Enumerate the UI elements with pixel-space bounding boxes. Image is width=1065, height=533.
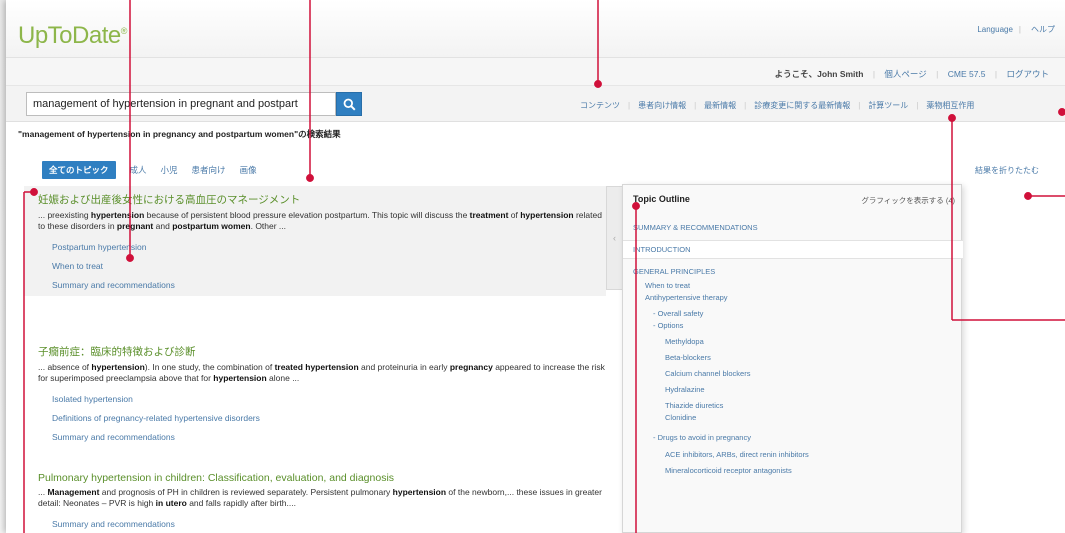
outline-section-general-principles[interactable]: GENERAL PRINCIPLES (623, 263, 963, 280)
result-title[interactable]: Pulmonary hypertension in children: Clas… (38, 472, 606, 484)
filter-adult[interactable]: 成人 (130, 164, 147, 176)
filter-graphics[interactable]: 画像 (240, 164, 257, 176)
header: UpToDate® Language | ヘルプ (6, 0, 1065, 58)
separator: | (994, 69, 998, 79)
result-link[interactable]: Summary and recommendations (52, 428, 606, 447)
collapse-results-link[interactable]: 結果を折りたたむ (975, 165, 1039, 176)
outline-title: Topic Outline (633, 194, 690, 204)
chevron-left-icon: ‹ (613, 233, 616, 243)
outline-item[interactable]: Clonidine (645, 412, 963, 424)
outline-item[interactable]: Antihypertensive therapy (645, 292, 963, 304)
result-link[interactable]: Summary and recommendations (52, 276, 606, 295)
result-title[interactable]: 子癇前症：臨床的特徴および診断 (38, 344, 606, 359)
result-snippet: ... absence of hypertension). In one stu… (38, 362, 605, 383)
search-row: コンテンツ | 患者向け情報 | 最新情報 | 診療変更に関する最新情報 | 計算ツール | 薬物相… (6, 86, 1065, 122)
result-links: Isolated hypertension Definitions of pre… (38, 390, 606, 447)
separator: | (628, 101, 631, 110)
outline-item[interactable]: Beta-blockers (645, 352, 963, 364)
separator: | (916, 101, 919, 110)
result-snippet: ... Management and prognosis of PH in ch… (38, 487, 602, 508)
outline-items: When to treat Antihypertensive therapy -… (623, 280, 963, 477)
nav-patient-info[interactable]: 患者向け情報 (638, 101, 686, 110)
cme-link[interactable]: CME 57.5 (948, 69, 986, 79)
search-button[interactable] (336, 92, 362, 116)
language-link[interactable]: Language (977, 25, 1013, 34)
main-nav: コンテンツ | 患者向け情報 | 最新情報 | 診療変更に関する最新情報 | 計算ツール | 薬物相… (580, 100, 974, 111)
result-link[interactable]: Postpartum hypertension (52, 238, 606, 257)
outline-section-summary[interactable]: SUMMARY & RECOMMENDATIONS (623, 219, 963, 236)
nav-practice-changing-updates[interactable]: 診療変更に関する最新情報 (754, 101, 850, 110)
outline-body: SUMMARY & RECOMMENDATIONS INTRODUCTION G… (623, 219, 963, 477)
separator: | (872, 69, 876, 79)
results-heading: "management of hypertension in pregnancy… (18, 129, 341, 139)
show-graphics-link[interactable]: グラフィックを表示する (4) (861, 195, 955, 206)
separator: | (936, 69, 939, 79)
result-link[interactable]: Isolated hypertension (52, 390, 606, 409)
user-bar-links: ようこそ、John Smith | 個人ページ | CME 57.5 | ログア… (775, 68, 1049, 80)
outline-item[interactable]: - Options (645, 320, 963, 332)
welcome-text: ようこそ、John Smith (774, 69, 864, 79)
help-link[interactable]: ヘルプ (1031, 25, 1055, 34)
outline-section-introduction[interactable]: INTRODUCTION (623, 240, 963, 259)
separator: | (744, 101, 747, 110)
result-link[interactable]: When to treat (52, 257, 606, 276)
outline-header: Topic Outline グラフィックを表示する (4) (623, 185, 963, 211)
outline-item[interactable]: ACE inhibitors, ARBs, direct renin inhib… (645, 449, 963, 461)
result-links: Summary and recommendations (38, 515, 606, 533)
outline-item[interactable]: Hydralazine (645, 384, 963, 396)
filter-pediatric[interactable]: 小児 (161, 164, 178, 176)
mypage-link[interactable]: 個人ページ (884, 69, 926, 79)
result-link[interactable]: Summary and recommendations (52, 515, 606, 533)
results-list: 妊娠および出産後女性における高血圧のマネージメント ... preexistin… (6, 186, 606, 533)
outline-item[interactable]: When to treat (645, 280, 963, 292)
separator: | (1018, 25, 1021, 34)
result-links: Postpartum hypertension When to treat Su… (38, 238, 606, 295)
user-bar: ようこそ、John Smith | 個人ページ | CME 57.5 | ログア… (6, 58, 1065, 86)
nav-contents[interactable]: コンテンツ (580, 101, 620, 110)
result-snippet: ... preexisting hypertension because of … (38, 210, 602, 231)
outline-item[interactable]: Calcium channel blockers (645, 368, 963, 380)
filter-tabs: 全てのトピック 成人 小児 患者向け 画像 (42, 161, 257, 179)
result-link[interactable]: Definitions of pregnancy-related hyperte… (52, 409, 606, 428)
result-item: 子癇前症：臨床的特徴および診断 ... absence of hypertens… (38, 344, 606, 447)
logo-mark: ® (120, 26, 128, 36)
outline-item[interactable]: Thiazide diuretics (645, 400, 963, 412)
nav-calculators[interactable]: 計算ツール (868, 101, 908, 110)
outline-toggle-tab[interactable]: ‹ (606, 186, 622, 290)
topic-outline-panel: Topic Outline グラフィックを表示する (4) SUMMARY & … (622, 184, 963, 533)
result-title[interactable]: 妊娠および出産後女性における高血圧のマネージメント (38, 192, 606, 207)
nav-whats-new[interactable]: 最新情報 (704, 101, 736, 110)
filter-patient[interactable]: 患者向け (192, 164, 226, 176)
nav-drug-interactions[interactable]: 薬物相互作用 (926, 101, 974, 110)
filter-all-topics[interactable]: 全てのトピック (42, 161, 116, 179)
result-item: 妊娠および出産後女性における高血圧のマネージメント ... preexistin… (24, 186, 606, 296)
logout-link[interactable]: ログアウト (1006, 69, 1049, 79)
search-input[interactable] (26, 92, 336, 116)
outline-item[interactable]: Mineralocorticoid receptor antagonists (645, 465, 963, 477)
outline-item[interactable]: - Overall safety (645, 308, 963, 320)
separator: | (858, 101, 861, 110)
result-item: Pulmonary hypertension in children: Clas… (38, 472, 606, 533)
top-links: Language | ヘルプ (967, 24, 1055, 35)
logo-text: UpToDate (18, 22, 121, 49)
outline-item[interactable]: - Drugs to avoid in pregnancy (645, 432, 963, 444)
search-icon (343, 98, 356, 111)
browser-page: UpToDate® Language | ヘルプ ようこそ、John Smith |… (6, 0, 1065, 533)
outline-item[interactable]: Methyldopa (645, 336, 963, 348)
separator: | (694, 101, 697, 110)
logo[interactable]: UpToDate® (18, 22, 127, 50)
